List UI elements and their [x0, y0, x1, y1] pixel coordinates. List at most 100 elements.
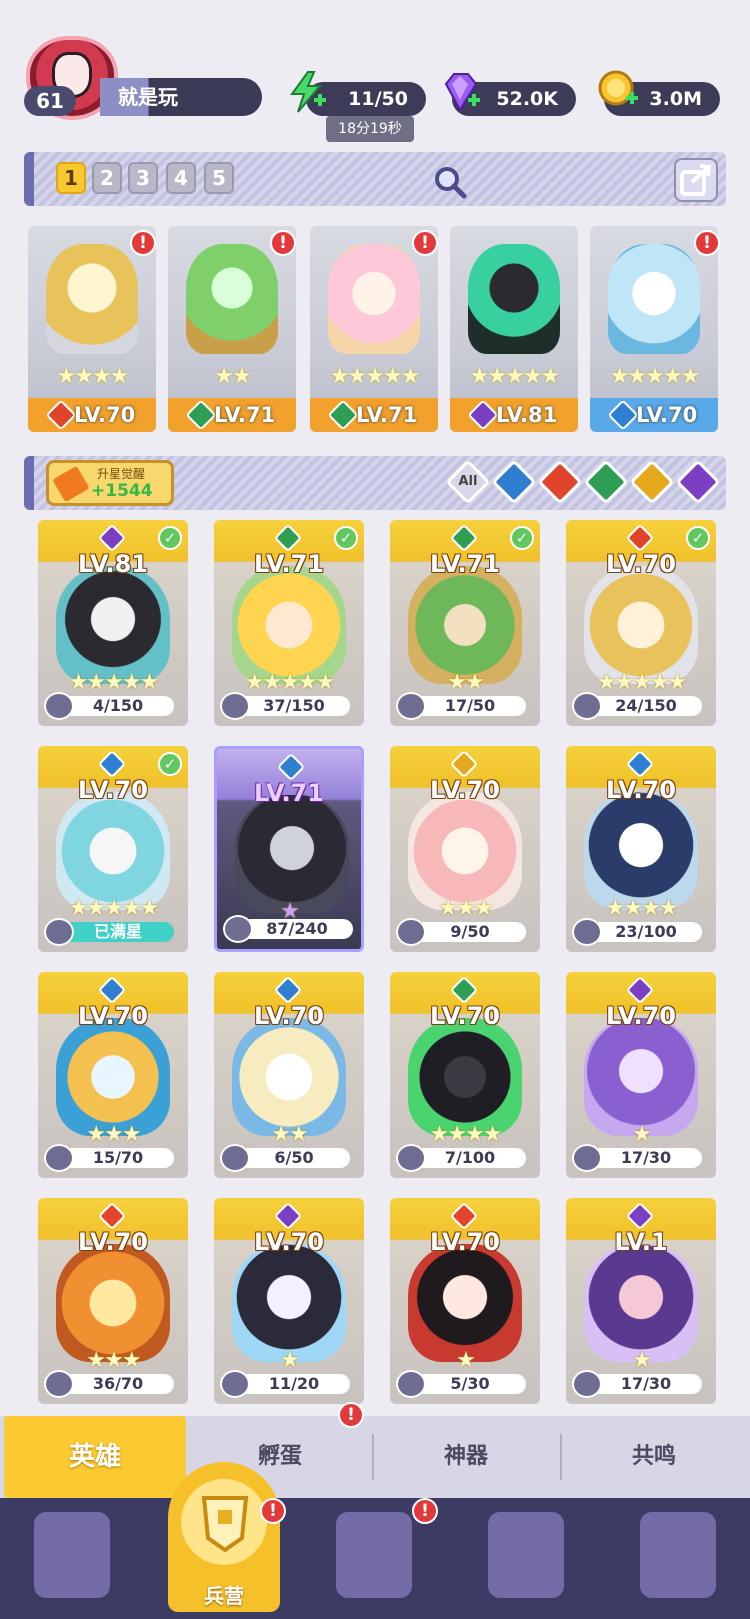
coin-icon[interactable]	[596, 68, 640, 112]
team-hero-card[interactable]: ★★★★ LV.70	[28, 226, 156, 432]
hero-level: LV.70	[606, 776, 676, 804]
check-icon: ✓	[686, 526, 710, 550]
shard-icon	[396, 692, 426, 720]
hero-level: LV.71	[254, 550, 324, 578]
wind-element-icon	[273, 523, 303, 553]
star-up-label: 升星觉醒	[97, 467, 146, 481]
hero-shard-progress: 17/50	[414, 696, 526, 716]
hero-card[interactable]: ✓ LV.70 ★★★★★ 已满星	[38, 746, 188, 952]
hero-shard-progress: 17/30	[590, 1148, 702, 1168]
team-tab-5[interactable]: 5	[204, 162, 234, 194]
star-up-button[interactable]: 升星觉醒 +1544	[46, 460, 174, 506]
team-tab-4[interactable]: 4	[166, 162, 196, 194]
hero-card-selected[interactable]: LV.71 ★ 87/240	[214, 746, 364, 952]
hero-card[interactable]: ✓ LV.81 ★★★★★ 4/150	[38, 520, 188, 726]
dark-element-icon	[273, 1201, 303, 1231]
map-nav-icon[interactable]	[336, 1512, 412, 1598]
water-element-icon	[273, 975, 303, 1005]
shard-icon	[572, 692, 602, 720]
hero-portrait	[46, 244, 138, 354]
hero-card[interactable]: LV.70 ★ 17/30	[566, 972, 716, 1178]
energy-icon[interactable]	[284, 70, 328, 114]
shard-icon	[220, 1370, 250, 1398]
fire-element-icon	[449, 1201, 479, 1231]
team-hero-card[interactable]: ★★ LV.71	[168, 226, 296, 432]
hero-card[interactable]: LV.70 ★★★ 15/70	[38, 972, 188, 1178]
hero-portrait	[328, 244, 420, 354]
water-element-icon	[97, 975, 127, 1005]
hero-stars: ★★	[214, 364, 251, 389]
player-name[interactable]: 就是玩	[100, 78, 262, 116]
hero-portrait	[408, 1244, 522, 1362]
hero-shard-progress: 9/50	[414, 922, 526, 942]
hero-shard-progress: 7/100	[414, 1148, 526, 1168]
hero-portrait	[584, 1018, 698, 1136]
hero-level: LV.70	[430, 1002, 500, 1030]
mushroom-nav-icon[interactable]	[640, 1512, 716, 1598]
star-up-value: +1544	[91, 481, 153, 501]
shard-icon	[396, 918, 426, 946]
hero-card[interactable]: LV.70 ★★ 6/50	[214, 972, 364, 1178]
sword-icon	[52, 465, 90, 503]
hero-card[interactable]: LV.70 ★★★ 36/70	[38, 1198, 188, 1404]
hero-shard-progress: 17/30	[590, 1374, 702, 1394]
alert-badge: !	[270, 230, 296, 256]
hero-portrait	[56, 1244, 170, 1362]
team-hero-level: LV.70	[74, 403, 136, 427]
hero-portrait	[56, 792, 170, 910]
team-hero-card[interactable]: ★★★★★ LV.81	[450, 226, 578, 432]
hero-portrait	[408, 792, 522, 910]
hero-card[interactable]: LV.70 ★★★★ 23/100	[566, 746, 716, 952]
hero-card[interactable]: ✓ LV.70 ★★★★★ 24/150	[566, 520, 716, 726]
hero-level: LV.70	[430, 776, 500, 804]
energy-timer: 18分19秒	[326, 116, 414, 142]
hero-shard-progress: 23/100	[590, 922, 702, 942]
hero-portrait	[468, 244, 560, 354]
shard-icon	[396, 1144, 426, 1172]
shard-icon	[572, 918, 602, 946]
gem-icon[interactable]	[438, 70, 482, 114]
hero-stars: ★★★★	[56, 364, 130, 389]
hero-card[interactable]: ✓ LV.71 ★★ 17/50	[390, 520, 540, 726]
hero-shard-progress: 11/20	[238, 1374, 350, 1394]
hero-card[interactable]: LV.70 ★★★ 9/50	[390, 746, 540, 952]
search-icon[interactable]	[432, 164, 468, 200]
fire-element-icon	[97, 1201, 127, 1231]
hero-portrait	[56, 1018, 170, 1136]
dark-element-icon	[625, 975, 655, 1005]
share-icon	[680, 164, 712, 196]
tab-heroes[interactable]: 英雄	[4, 1416, 186, 1498]
hero-portrait	[608, 244, 700, 354]
hero-card[interactable]: ✓ LV.71 ★★★★★ 37/150	[214, 520, 364, 726]
hero-portrait	[186, 244, 278, 354]
team-tab-2[interactable]: 2	[92, 162, 122, 194]
hero-portrait	[408, 1018, 522, 1136]
cards-nav-icon[interactable]	[34, 1512, 110, 1598]
shard-icon	[44, 692, 74, 720]
hero-card[interactable]: LV.70 ★ 11/20	[214, 1198, 364, 1404]
hatch-alert-badge: !	[338, 1402, 364, 1428]
hero-card[interactable]: LV.1 ★ 17/30	[566, 1198, 716, 1404]
tab-artifacts[interactable]: 神器	[376, 1416, 556, 1498]
team-hero-card[interactable]: ★★★★★ LV.70	[590, 226, 718, 432]
hero-shard-progress: 6/50	[238, 1148, 350, 1168]
check-icon: ✓	[158, 526, 182, 550]
hero-shard-progress: 37/150	[238, 696, 350, 716]
hero-portrait	[584, 1244, 698, 1362]
light-element-icon	[449, 749, 479, 779]
hero-portrait	[232, 1018, 346, 1136]
hero-card[interactable]: LV.70 ★★★★ 7/100	[390, 972, 540, 1178]
water-element-icon	[625, 749, 655, 779]
shard-icon	[572, 1370, 602, 1398]
team-tab-3[interactable]: 3	[128, 162, 158, 194]
hero-card[interactable]: LV.70 ★ 5/30	[390, 1198, 540, 1404]
tab-resonance[interactable]: 共鸣	[562, 1416, 746, 1498]
team-hero-level: LV.71	[356, 403, 418, 427]
team-tab-1[interactable]: 1	[56, 162, 86, 194]
hero-portrait	[408, 566, 522, 684]
temple-nav-icon[interactable]	[488, 1512, 564, 1598]
share-button[interactable]	[674, 158, 718, 202]
hero-portrait	[56, 566, 170, 684]
team-hero-card[interactable]: ★★★★★ LV.71	[310, 226, 438, 432]
hero-level: LV.70	[430, 1228, 500, 1256]
